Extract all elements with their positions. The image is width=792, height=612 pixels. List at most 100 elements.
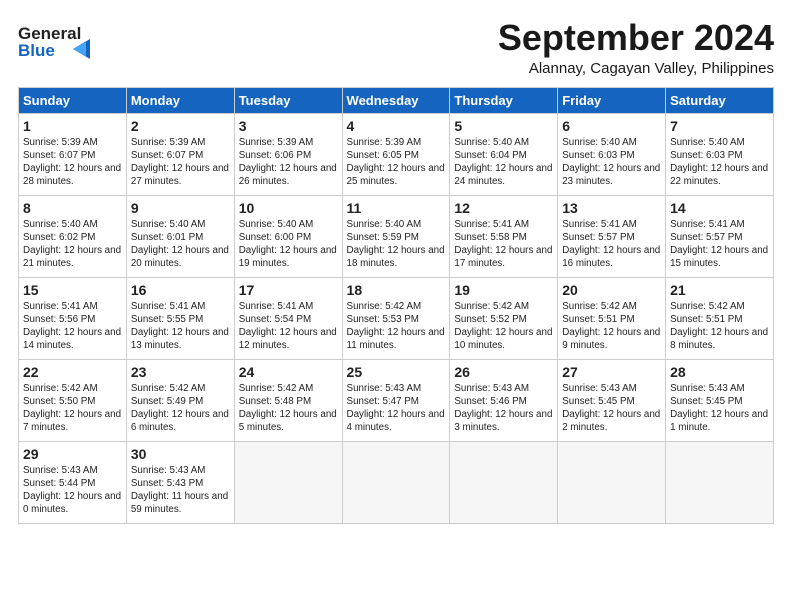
col-friday: Friday <box>558 87 666 113</box>
table-row: 18 Sunrise: 5:42 AMSunset: 5:53 PMDayligh… <box>342 277 450 359</box>
day-info: Sunrise: 5:41 AMSunset: 5:54 PMDaylight:… <box>239 300 338 353</box>
day-number: 11 <box>347 200 446 216</box>
col-monday: Monday <box>126 87 234 113</box>
day-info: Sunrise: 5:43 AMSunset: 5:45 PMDaylight:… <box>670 382 769 435</box>
day-number: 2 <box>131 118 230 134</box>
day-number: 21 <box>670 282 769 298</box>
day-number: 19 <box>454 282 553 298</box>
day-number: 30 <box>131 446 230 462</box>
day-number: 22 <box>23 364 122 380</box>
table-row: 7 Sunrise: 5:40 AMSunset: 6:03 PMDaylight… <box>666 113 774 195</box>
day-info: Sunrise: 5:41 AMSunset: 5:58 PMDaylight:… <box>454 218 553 271</box>
day-info: Sunrise: 5:39 AMSunset: 6:07 PMDaylight:… <box>131 136 230 189</box>
day-number: 1 <box>23 118 122 134</box>
table-row: 3 Sunrise: 5:39 AMSunset: 6:06 PMDaylight… <box>234 113 342 195</box>
col-thursday: Thursday <box>450 87 558 113</box>
day-info: Sunrise: 5:42 AMSunset: 5:53 PMDaylight:… <box>347 300 446 353</box>
month-title: September 2024 <box>498 18 774 58</box>
day-number: 15 <box>23 282 122 298</box>
table-row: 14Sunrise: 5:41 AMSunset: 5:57 PMDayligh… <box>666 195 774 277</box>
day-info: Sunrise: 5:42 AMSunset: 5:49 PMDaylight:… <box>131 382 230 435</box>
table-row: 8 Sunrise: 5:40 AMSunset: 6:02 PMDaylight… <box>19 195 127 277</box>
calendar-header-row: Sunday Monday Tuesday Wednesday Thursday… <box>19 87 774 113</box>
day-info: Sunrise: 5:39 AMSunset: 6:05 PMDaylight:… <box>347 136 446 189</box>
day-info: Sunrise: 5:41 AMSunset: 5:55 PMDaylight:… <box>131 300 230 353</box>
table-row: 28 Sunrise: 5:43 AMSunset: 5:45 PMDayligh… <box>666 359 774 441</box>
day-info: Sunrise: 5:40 AMSunset: 6:02 PMDaylight:… <box>23 218 122 271</box>
day-number: 20 <box>562 282 661 298</box>
table-row: 2 Sunrise: 5:39 AMSunset: 6:07 PMDaylight… <box>126 113 234 195</box>
day-info: Sunrise: 5:42 AMSunset: 5:50 PMDaylight:… <box>23 382 122 435</box>
day-number: 14 <box>670 200 769 216</box>
day-number: 28 <box>670 364 769 380</box>
day-info: Sunrise: 5:40 AMSunset: 6:03 PMDaylight:… <box>562 136 661 189</box>
col-saturday: Saturday <box>666 87 774 113</box>
table-row: 25Sunrise: 5:43 AMSunset: 5:47 PMDayligh… <box>342 359 450 441</box>
day-number: 12 <box>454 200 553 216</box>
svg-text:Blue: Blue <box>18 41 55 60</box>
day-info: Sunrise: 5:40 AMSunset: 6:03 PMDaylight:… <box>670 136 769 189</box>
day-number: 24 <box>239 364 338 380</box>
day-number: 27 <box>562 364 661 380</box>
day-info: Sunrise: 5:41 AMSunset: 5:56 PMDaylight:… <box>23 300 122 353</box>
calendar-table: Sunday Monday Tuesday Wednesday Thursday… <box>18 87 774 524</box>
location-title: Alannay, Cagayan Valley, Philippines <box>498 60 774 77</box>
day-number: 16 <box>131 282 230 298</box>
calendar-week-row: 29 Sunrise: 5:43 AMSunset: 5:44 PMDayligh… <box>19 441 774 523</box>
calendar-week-row: 8 Sunrise: 5:40 AMSunset: 6:02 PMDaylight… <box>19 195 774 277</box>
logo: General Blue <box>18 18 102 63</box>
table-row: 29 Sunrise: 5:43 AMSunset: 5:44 PMDayligh… <box>19 441 127 523</box>
table-row <box>234 441 342 523</box>
table-row: 19 Sunrise: 5:42 AMSunset: 5:52 PMDayligh… <box>450 277 558 359</box>
table-row: 21 Sunrise: 5:42 AMSunset: 5:51 PMDayligh… <box>666 277 774 359</box>
day-number: 17 <box>239 282 338 298</box>
table-row: 5Sunrise: 5:40 AMSunset: 6:04 PMDaylight… <box>450 113 558 195</box>
day-info: Sunrise: 5:43 AMSunset: 5:45 PMDaylight:… <box>562 382 661 435</box>
day-info: Sunrise: 5:42 AMSunset: 5:51 PMDaylight:… <box>670 300 769 353</box>
table-row: 12 Sunrise: 5:41 AMSunset: 5:58 PMDayligh… <box>450 195 558 277</box>
day-number: 29 <box>23 446 122 462</box>
day-number: 25 <box>347 364 446 380</box>
day-number: 8 <box>23 200 122 216</box>
day-info: Sunrise: 5:41 AMSunset: 5:57 PMDaylight:… <box>562 218 661 271</box>
col-sunday: Sunday <box>19 87 127 113</box>
day-info: Sunrise: 5:40 AMSunset: 6:01 PMDaylight:… <box>131 218 230 271</box>
table-row: 13 Sunrise: 5:41 AMSunset: 5:57 PMDayligh… <box>558 195 666 277</box>
table-row <box>558 441 666 523</box>
col-wednesday: Wednesday <box>342 87 450 113</box>
table-row: 30Sunrise: 5:43 AMSunset: 5:43 PMDayligh… <box>126 441 234 523</box>
calendar-week-row: 15 Sunrise: 5:41 AMSunset: 5:56 PMDayligh… <box>19 277 774 359</box>
logo-icon: General Blue <box>18 21 98 63</box>
table-row: 1Sunrise: 5:39 AMSunset: 6:07 PMDaylight… <box>19 113 127 195</box>
day-info: Sunrise: 5:42 AMSunset: 5:48 PMDaylight:… <box>239 382 338 435</box>
table-row <box>450 441 558 523</box>
day-number: 7 <box>670 118 769 134</box>
table-row: 9 Sunrise: 5:40 AMSunset: 6:01 PMDaylight… <box>126 195 234 277</box>
table-row: 16 Sunrise: 5:41 AMSunset: 5:55 PMDayligh… <box>126 277 234 359</box>
table-row: 22 Sunrise: 5:42 AMSunset: 5:50 PMDayligh… <box>19 359 127 441</box>
calendar-week-row: 22 Sunrise: 5:42 AMSunset: 5:50 PMDayligh… <box>19 359 774 441</box>
table-row: 26 Sunrise: 5:43 AMSunset: 5:46 PMDayligh… <box>450 359 558 441</box>
day-info: Sunrise: 5:43 AMSunset: 5:44 PMDaylight:… <box>23 464 122 517</box>
table-row: 17 Sunrise: 5:41 AMSunset: 5:54 PMDayligh… <box>234 277 342 359</box>
day-number: 5 <box>454 118 553 134</box>
day-info: Sunrise: 5:39 AMSunset: 6:06 PMDaylight:… <box>239 136 338 189</box>
day-number: 23 <box>131 364 230 380</box>
table-row <box>342 441 450 523</box>
day-number: 18 <box>347 282 446 298</box>
day-number: 6 <box>562 118 661 134</box>
day-number: 4 <box>347 118 446 134</box>
day-number: 26 <box>454 364 553 380</box>
day-info: Sunrise: 5:40 AMSunset: 6:00 PMDaylight:… <box>239 218 338 271</box>
col-tuesday: Tuesday <box>234 87 342 113</box>
title-block: September 2024 Alannay, Cagayan Valley, … <box>498 18 774 77</box>
day-number: 10 <box>239 200 338 216</box>
day-number: 3 <box>239 118 338 134</box>
day-number: 13 <box>562 200 661 216</box>
day-number: 9 <box>131 200 230 216</box>
day-info: Sunrise: 5:42 AMSunset: 5:52 PMDaylight:… <box>454 300 553 353</box>
table-row: 24 Sunrise: 5:42 AMSunset: 5:48 PMDayligh… <box>234 359 342 441</box>
header: General Blue September 2024 Alannay, Cag… <box>18 18 774 77</box>
day-info: Sunrise: 5:43 AMSunset: 5:46 PMDaylight:… <box>454 382 553 435</box>
day-info: Sunrise: 5:40 AMSunset: 5:59 PMDaylight:… <box>347 218 446 271</box>
